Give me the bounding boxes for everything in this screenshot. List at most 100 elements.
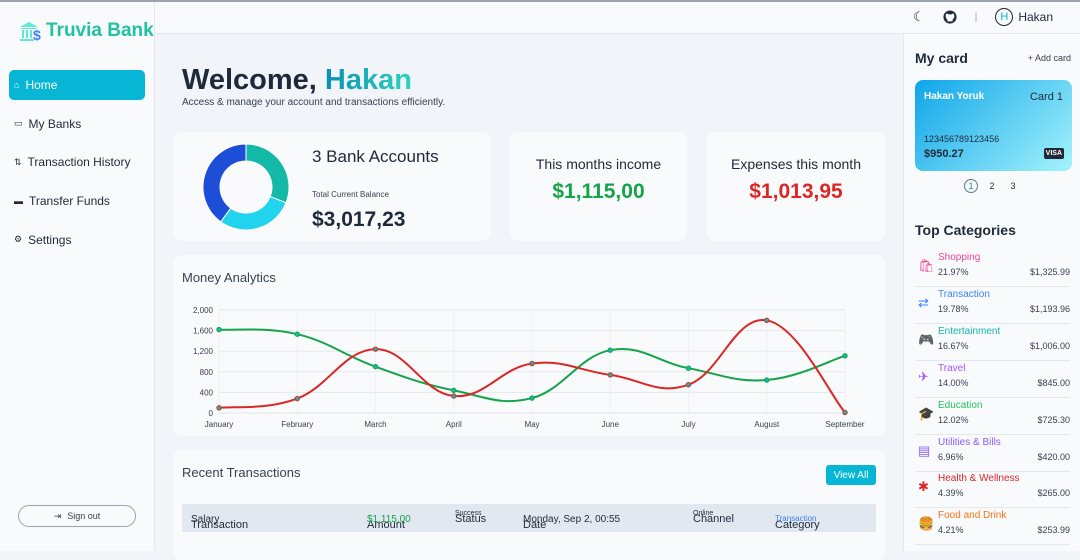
sidebar-item-settings[interactable]: ⚙ Settings [9,225,145,255]
expenses-label: Expenses this month [731,156,861,172]
data-point [372,363,379,370]
logout-icon: ⇥ [53,510,62,521]
category-item[interactable]: 🎮 Entertainment 16.67% $1,006.00 [915,324,1070,361]
transfer-icon: ⇅ [14,156,22,167]
credit-card-icon: ▬ [14,196,23,207]
data-point [842,409,848,416]
logo[interactable]: $ Truvia Bank [18,20,154,42]
expenses-value: $1,013,95 [749,180,843,203]
category-name: Utilities & Bills [938,436,1001,448]
cell-category: Transaction [775,514,817,523]
accounts-title: 3 Bank Accounts [312,147,439,166]
accounts-donut-chart [202,143,290,231]
category-amount: $1,325.99 [1029,267,1070,277]
y-tick-label: 1,600 [193,327,214,336]
data-point [685,365,692,371]
sidebar-nav: ⌂ Home ▭ My Banks ⇅ Transaction History ▬ Trans… [9,70,145,263]
category-name: Health & Wellness [938,473,1020,485]
category-percent: 14.00% [938,377,969,388]
main-content: Welcome, Hakan Access & manage your acco… [155,34,903,560]
category-percent: 21.97% [938,267,969,277]
data-point [764,377,770,383]
category-name: Food and Drink [938,510,1007,522]
card-page-1[interactable]: 1 [964,179,978,193]
github-icon[interactable] [943,10,957,24]
sidebar-item-label: Transaction History [27,155,131,170]
category-item[interactable]: ✱ Health & Wellness 4.39% $265.00 [915,471,1070,509]
data-point [216,326,222,333]
y-tick-label: 800 [200,368,214,377]
x-tick-label: July [681,420,695,429]
y-tick-label: 0 [209,409,214,418]
donut-slice[interactable] [220,195,287,231]
greeting-name: Hakan [324,64,412,96]
category-percent: 12.02% [938,414,969,425]
data-point [842,353,848,359]
category-amount: $1,006.00 [1029,340,1070,351]
accounts-card: 3 Bank Accounts Total Current Balance $3… [173,132,491,241]
food-icon: 🍔 [918,516,935,532]
user-menu[interactable]: H Hakan [995,8,1053,26]
category-percent: 6.96% [938,451,964,462]
view-all-button[interactable]: View All [826,465,876,485]
category-item[interactable]: ✈ Travel 14.00% $845.00 [915,361,1070,398]
moon-icon[interactable]: ☾ [913,9,925,25]
category-percent: 4.39% [938,488,964,499]
category-amount: $265.00 [1037,488,1070,499]
page-subtitle: Access & manage your account and transac… [182,97,446,108]
card-label: Card 1 [1029,91,1063,103]
sidebar-item-label: Home [25,78,58,92]
category-amount: $253.99 [1037,525,1070,536]
sidebar-item-transaction-history[interactable]: ⇅ Transaction History [9,147,145,177]
arrows-exchange-icon: ⇄ [918,294,929,310]
category-item[interactable]: 🛍 Shopping 21.97% $1,325.99 [915,250,1070,287]
cell-amount: $1,115.00 [367,514,411,525]
card-holder: Hakan Yoruk [924,91,985,102]
data-point [294,395,300,402]
category-item[interactable]: 🎓 Education 12.02% $725.30 [915,398,1070,435]
add-card-button[interactable]: + Add card [1028,53,1071,63]
gamepad-icon: 🎮 [918,331,935,347]
recent-transactions-card: Recent Transactions View All [173,450,885,560]
airplane-icon: ✈ [918,368,929,384]
x-tick-label: September [825,420,864,429]
expenses-card: Expenses this month $1,013,95 [707,132,885,241]
data-point [451,393,457,399]
x-tick-label: February [281,420,313,429]
sign-out-label: Sign out [67,511,101,521]
user-name: Hakan [1018,10,1053,24]
sidebar-item-home[interactable]: ⌂ Home [9,70,145,100]
sidebar-item-label: My Banks [28,116,82,131]
balance-label: Total Current Balance [312,190,389,199]
sidebar-item-transfer-funds[interactable]: ▬ Transfer Funds [9,186,145,216]
sidebar-item-my-banks[interactable]: ▭ My Banks [9,109,145,139]
graduation-cap-icon: 🎓 [918,405,935,421]
card-page-3[interactable]: 3 [1006,179,1020,193]
category-item[interactable]: ▤ Utilities & Bills 6.96% $420.00 [915,435,1070,472]
top-categories-title: Top Categories [915,222,1016,238]
sign-out-button[interactable]: ⇥ Sign out [18,505,136,527]
category-item[interactable]: ⇄ Transaction 19.78% $1,193.96 [915,287,1070,324]
category-name: Travel [938,362,966,374]
x-tick-label: March [364,420,386,429]
cell-status: Success [455,510,482,517]
visa-logo: VISA [1043,148,1064,159]
y-tick-label: 1,200 [193,347,214,356]
donut-slice[interactable] [245,143,290,204]
income-value: $1,115,00 [552,180,645,203]
bank-card[interactable]: Hakan Yoruk Card 1 123456789123456 $950.… [915,80,1072,171]
data-point [764,317,770,324]
transactions-title: Recent Transactions [182,465,301,480]
category-item[interactable]: 🍔 Food and Drink 4.21% $253.99 [915,508,1070,546]
card-number: 123456789123456 [924,134,1000,144]
data-point [294,331,300,337]
right-panel: My card + Add card Hakan Yoruk Card 1 12… [903,34,1080,551]
sidebar: $ Truvia Bank ⌂ Home ▭ My Banks ⇅ Transaction… [0,2,155,551]
bill-icon: ▤ [918,442,931,458]
card-page-2[interactable]: 2 [985,179,999,193]
category-percent: 16.67% [938,340,969,351]
data-point [372,346,379,352]
donut-slice[interactable] [202,143,247,223]
gear-icon: ⚙ [14,234,23,245]
data-point [529,395,535,401]
